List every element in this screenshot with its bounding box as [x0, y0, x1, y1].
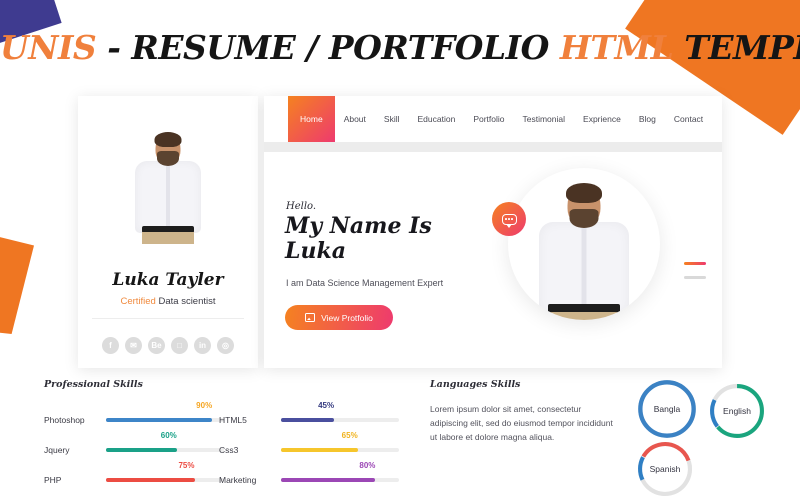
skill-progress-fill — [106, 478, 195, 482]
nav-item-home[interactable]: Home — [288, 96, 335, 142]
language-ring-spanish: Spanish — [636, 440, 694, 498]
skill-row: Css3 65% — [219, 428, 404, 458]
slider-indicator-inactive[interactable] — [684, 276, 706, 279]
skill-progress-fill — [281, 448, 358, 452]
title-html: HTML — [559, 28, 674, 67]
decor-shape-left — [0, 226, 34, 334]
nav-item-blog[interactable]: Blog — [630, 96, 665, 142]
nav-item-contact[interactable]: Contact — [665, 96, 712, 142]
profile-name: Luka Tayler — [112, 270, 224, 290]
nav-item-exprience[interactable]: Exprience — [574, 96, 630, 142]
profile-role-rest: Data scientist — [155, 296, 216, 307]
social-links: f ✉ Be □ in ◎ — [78, 337, 258, 354]
view-portfolio-button[interactable]: View Protfolio — [285, 305, 393, 330]
nav-item-skill[interactable]: Skill — [375, 96, 409, 142]
language-ring-label: English — [723, 406, 751, 416]
skill-progress-fill — [281, 418, 335, 422]
title-mid: - RESUME / PORTFOLIO — [96, 28, 560, 67]
nav-item-testimonial[interactable]: Testimonial — [514, 96, 575, 142]
skill-progress-fill — [281, 478, 376, 482]
skill-row: Photoshop 90% — [44, 398, 229, 428]
skill-label: Jquery — [44, 445, 70, 455]
languages-description: Lorem ipsum dolor sit amet, consectetur … — [430, 404, 613, 442]
skill-progress-track — [106, 478, 224, 482]
skill-label: HTML5 — [219, 415, 247, 425]
twitter-icon[interactable]: ✉ — [125, 337, 142, 354]
view-portfolio-label: View Protfolio — [321, 312, 373, 323]
skill-percent: 65% — [341, 431, 358, 440]
dribbble-icon[interactable]: ◎ — [217, 337, 234, 354]
linkedin-icon[interactable]: in — [194, 337, 211, 354]
profile-card: Luka Tayler Certified Data scientist f ✉ B… — [78, 96, 258, 368]
skill-row: Marketing 80% — [219, 458, 404, 488]
facebook-icon[interactable]: f — [102, 337, 119, 354]
page-title: UNIS - RESUME / PORTFOLIO HTML TEMPLATE — [0, 28, 800, 67]
skill-progress-track — [106, 448, 224, 452]
hero-photo-circle — [508, 168, 660, 320]
skill-percent: 60% — [160, 431, 177, 440]
skill-progress-track — [106, 418, 224, 422]
skill-label: PHP — [44, 475, 62, 485]
skill-progress-fill — [106, 448, 177, 452]
language-ring-english: English — [708, 382, 766, 440]
slider-indicators[interactable] — [684, 262, 706, 290]
skill-percent: 80% — [359, 461, 376, 470]
skill-progress-track — [281, 418, 399, 422]
skill-row: HTML5 45% — [219, 398, 404, 428]
chat-bubble-icon — [501, 213, 517, 228]
skill-label: Photoshop — [44, 415, 85, 425]
nav-items: Home About Skill Education Portfolio Testimon… — [288, 96, 712, 142]
hero-heading: My Name Is Luka — [285, 213, 432, 264]
website-mockup: Luka Tayler Certified Data scientist f ✉ B… — [78, 96, 722, 368]
hero-greeting: Hello. — [286, 201, 317, 212]
skill-label: Css3 — [219, 445, 239, 455]
title-end: TEMPLATE — [684, 28, 800, 67]
profile-role: Certified Data scientist — [78, 296, 258, 307]
navbar: Home About Skill Education Portfolio Testimon… — [264, 96, 722, 142]
profile-divider — [92, 318, 244, 319]
language-ring-label: Spanish — [649, 464, 681, 474]
site-content: Home About Skill Education Portfolio Testimon… — [264, 96, 722, 368]
hero-subtitle: I am Data Science Management Expert — [286, 278, 444, 288]
chat-badge-button[interactable] — [492, 202, 526, 236]
nav-item-about[interactable]: About — [335, 96, 375, 142]
nav-item-portfolio[interactable]: Portfolio — [464, 96, 513, 142]
professional-skills-heading: Professional Skills — [44, 379, 143, 390]
skill-percent: 90% — [196, 401, 213, 410]
skill-percent: 75% — [178, 461, 195, 470]
nav-item-education[interactable]: Education — [409, 96, 465, 142]
profile-role-accent: Certified — [120, 296, 156, 307]
skill-progress-track — [281, 478, 399, 482]
slider-indicator-active[interactable] — [684, 262, 706, 265]
behance-icon[interactable]: Be — [148, 337, 165, 354]
skill-row: PHP 75% — [44, 458, 229, 488]
skill-progress-fill — [106, 418, 213, 422]
image-icon — [305, 313, 316, 322]
skill-row: Jquery 60% — [44, 428, 229, 458]
language-ring-bangla: Bangla — [636, 378, 698, 440]
skill-progress-track — [281, 448, 399, 452]
profile-photo — [132, 132, 204, 244]
skill-label: Marketing — [219, 475, 257, 485]
skill-percent: 45% — [318, 401, 335, 410]
title-brand: UNIS — [0, 28, 97, 67]
nav-underband — [264, 142, 722, 152]
instagram-icon[interactable]: □ — [171, 337, 188, 354]
languages-skills-heading: Languages Skills — [430, 379, 521, 390]
language-ring-label: Bangla — [653, 404, 681, 414]
